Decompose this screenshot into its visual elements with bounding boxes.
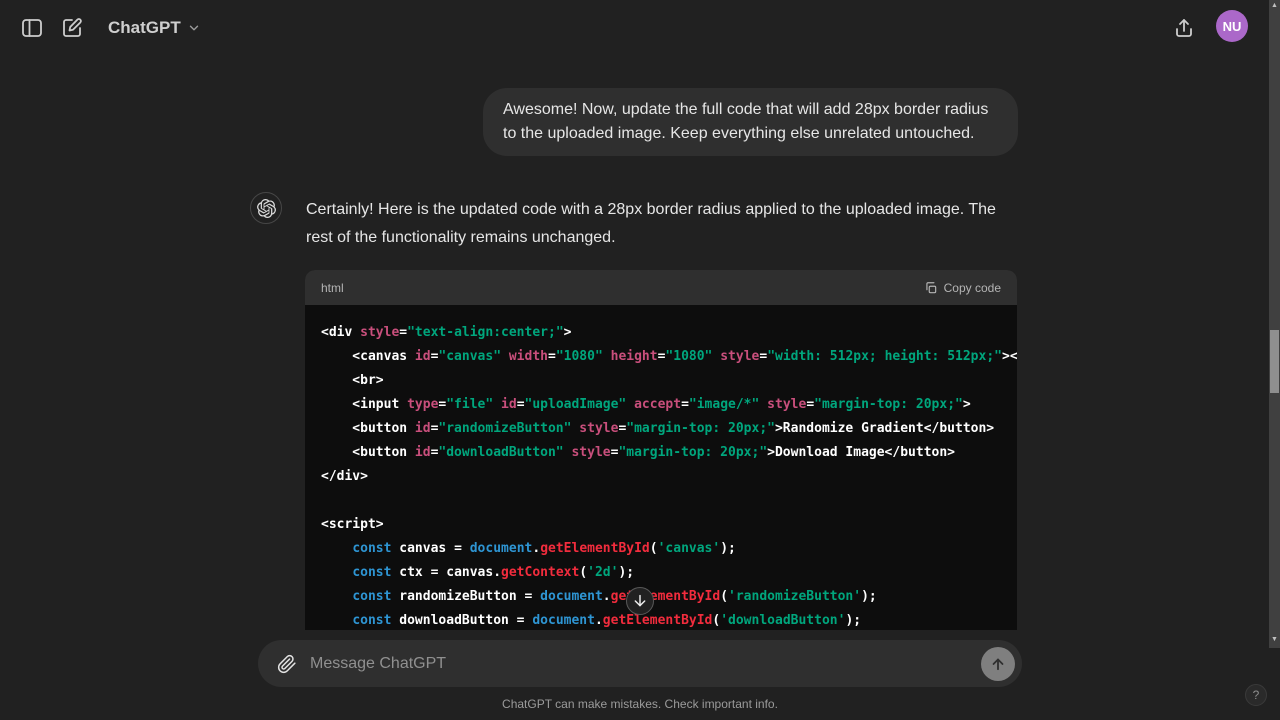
code-block: html Copy code <div style="text-align:ce… (305, 270, 1017, 630)
sidebar-toggle-icon (20, 16, 44, 40)
help-label: ? (1253, 688, 1260, 702)
code-line (321, 489, 1001, 513)
code-line: <canvas id="canvas" width="1080" height=… (321, 345, 1001, 369)
code-line: const downloadButton = document.getEleme… (321, 609, 1001, 630)
app-title: ChatGPT (108, 18, 181, 38)
code-line: <button id="downloadButton" style="margi… (321, 441, 1001, 465)
code-line: const ctx = canvas.getContext('2d'); (321, 561, 1001, 585)
code-content: <div style="text-align:center;"> <canvas… (305, 305, 1017, 630)
model-selector[interactable]: ChatGPT (100, 12, 209, 44)
scrollbar-down-arrow[interactable]: ▼ (1269, 634, 1280, 646)
code-line: <input type="file" id="uploadImage" acce… (321, 393, 1001, 417)
user-message-bubble: Awesome! Now, update the full code that … (483, 88, 1018, 156)
user-avatar[interactable]: NU (1216, 10, 1248, 42)
paperclip-icon (277, 654, 297, 674)
user-message-text: Awesome! Now, update the full code that … (503, 101, 988, 142)
new-chat-button[interactable] (54, 10, 90, 46)
composer (258, 640, 1022, 687)
assistant-message-text: Certainly! Here is the updated code with… (306, 196, 1018, 252)
scrollbar-track[interactable]: ▲ ▼ (1269, 0, 1280, 648)
copy-code-label: Copy code (944, 281, 1001, 295)
user-initials: NU (1223, 19, 1242, 34)
sidebar-toggle-button[interactable] (14, 10, 50, 46)
code-line: <div style="text-align:center;"> (321, 321, 1001, 345)
code-line: <script> (321, 513, 1001, 537)
copy-icon (924, 281, 938, 295)
openai-logo-icon (257, 199, 276, 218)
scroll-to-bottom-button[interactable] (626, 587, 654, 615)
top-bar: ChatGPT NU (0, 0, 1280, 56)
code-line: const canvas = document.getElementById('… (321, 537, 1001, 561)
share-button[interactable] (1166, 10, 1202, 46)
attach-file-button[interactable] (258, 640, 302, 687)
disclaimer-text: ChatGPT can make mistakes. Check importa… (0, 697, 1280, 711)
code-line: </div> (321, 465, 1001, 489)
copy-code-button[interactable]: Copy code (924, 281, 1001, 295)
code-line: <br> (321, 369, 1001, 393)
code-line: <button id="randomizeButton" style="marg… (321, 417, 1001, 441)
arrow-down-icon (632, 593, 648, 609)
help-button[interactable]: ? (1245, 684, 1267, 706)
arrow-up-icon (989, 655, 1007, 673)
share-icon (1172, 16, 1196, 40)
scrollbar-up-arrow[interactable]: ▲ (1269, 0, 1280, 12)
message-input[interactable] (302, 655, 981, 673)
assistant-avatar (250, 192, 282, 224)
chatgpt-app: ChatGPT NU Awesome! Now, update the full… (0, 0, 1280, 720)
scrollbar-thumb[interactable] (1270, 330, 1279, 393)
code-language-label: html (321, 281, 344, 295)
code-line: const randomizeButton = document.getElem… (321, 585, 1001, 609)
code-block-header: html Copy code (305, 270, 1017, 305)
chevron-down-icon (187, 21, 201, 35)
compose-icon (60, 16, 84, 40)
send-button[interactable] (981, 647, 1015, 681)
